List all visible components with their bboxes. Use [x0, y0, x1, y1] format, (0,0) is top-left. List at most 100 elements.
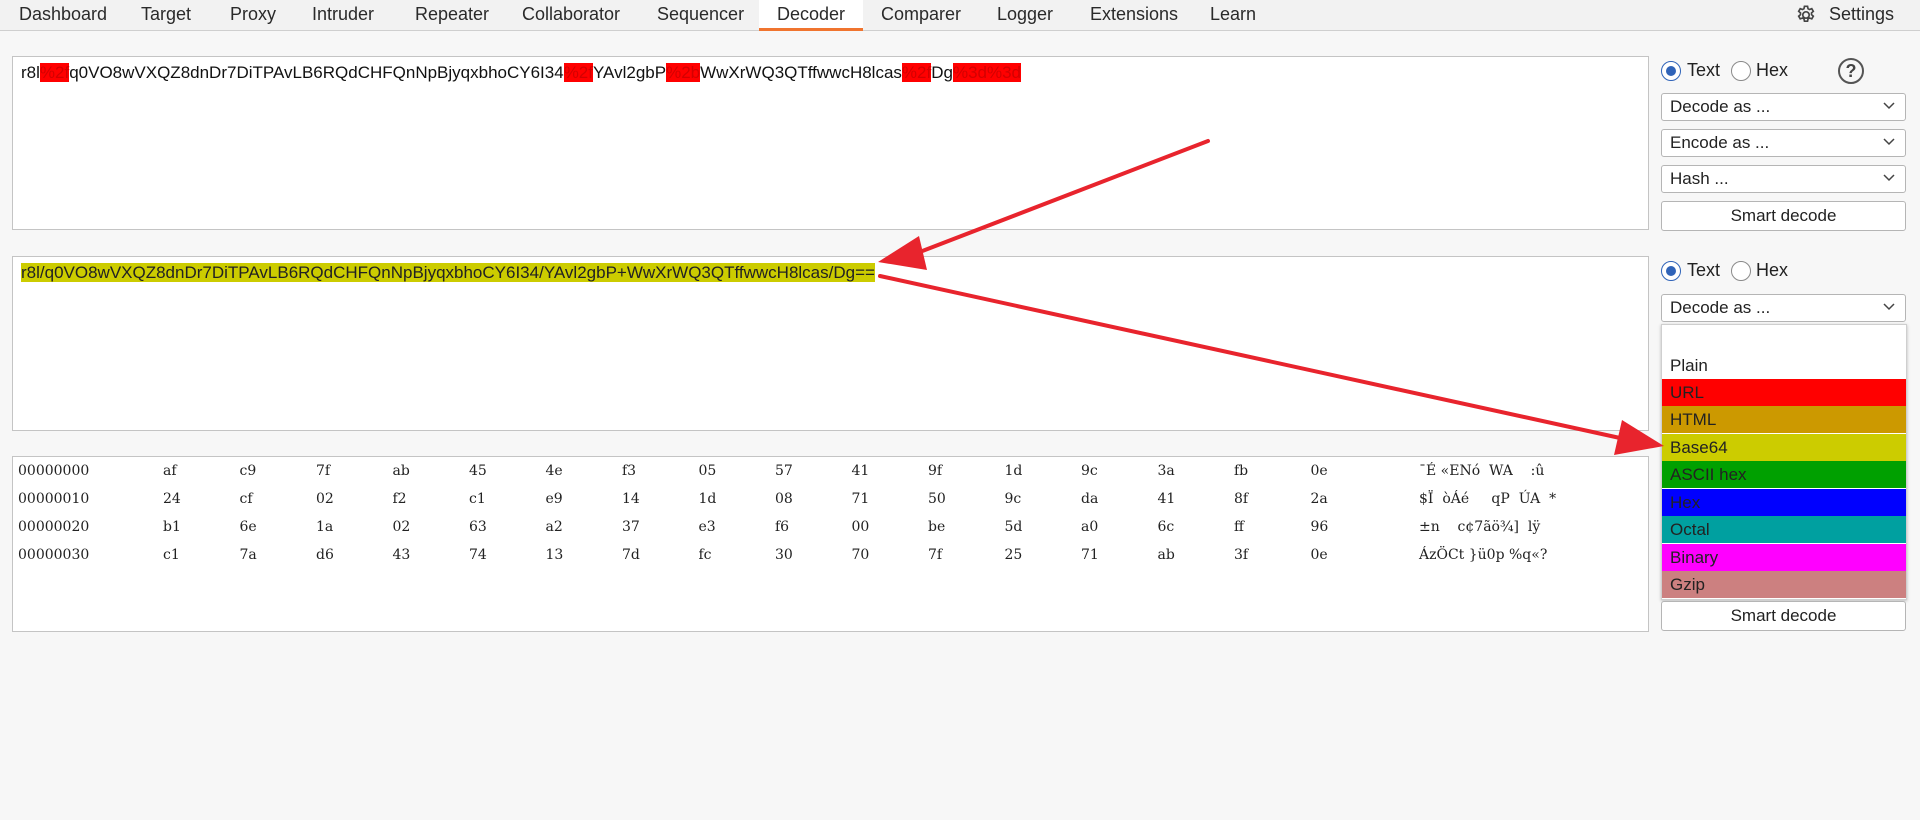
help-icon[interactable]: ?	[1838, 58, 1864, 84]
hex-byte[interactable]: 1a	[316, 519, 333, 535]
hex-editor[interactable]: 00000000 af c9 7f ab 45 4e f3 05 57 41 9f 1d 9c 3a fb 0e…	[12, 456, 1649, 632]
hex-byte[interactable]: 1d	[1005, 463, 1023, 479]
panel1-text-radio[interactable]	[1661, 61, 1681, 81]
hex-byte[interactable]: 24	[163, 491, 181, 507]
decoded-editor[interactable]: r8l/q0VO8wVXQZ8dnDr7DiTPAvLB6RQdCHFQnNpB…	[12, 256, 1649, 431]
tab-intruder[interactable]: Intruder	[312, 0, 374, 31]
hex-byte[interactable]: cf	[240, 491, 253, 507]
hex-byte[interactable]: f6	[775, 519, 789, 535]
settings-button[interactable]: Settings	[1797, 0, 1894, 31]
hex-byte[interactable]: a0	[1081, 519, 1098, 535]
hex-byte[interactable]: 1d	[699, 491, 717, 507]
hex-byte[interactable]: ab	[1158, 547, 1175, 563]
hex-byte[interactable]: be	[928, 519, 945, 535]
hex-byte[interactable]: 02	[393, 519, 411, 535]
hex-byte[interactable]: 71	[1081, 547, 1099, 563]
hex-byte[interactable]: fc	[699, 547, 712, 563]
panel2-hex-radio[interactable]	[1731, 261, 1751, 281]
hex-byte[interactable]: 05	[699, 463, 717, 479]
hex-byte[interactable]: ab	[393, 463, 410, 479]
panel1-decode-as-select[interactable]: Decode as ...	[1661, 93, 1906, 121]
hex-byte[interactable]: 13	[546, 547, 564, 563]
hex-byte[interactable]: 3a	[1158, 463, 1175, 479]
hex-byte[interactable]: e3	[699, 519, 716, 535]
hex-byte[interactable]: 70	[852, 547, 870, 563]
panel1-hash-select[interactable]: Hash ...	[1661, 165, 1906, 193]
hex-byte[interactable]: 7a	[240, 547, 257, 563]
hex-byte[interactable]: 08	[775, 491, 793, 507]
hex-byte[interactable]: 02	[316, 491, 334, 507]
hex-byte[interactable]: 96	[1311, 519, 1329, 535]
hex-byte[interactable]: e9	[546, 491, 563, 507]
panel2-text-radio[interactable]	[1661, 261, 1681, 281]
hex-byte[interactable]: 5d	[1005, 519, 1023, 535]
hex-byte[interactable]: 0e	[1311, 547, 1328, 563]
panel1-smart-decode-button[interactable]: Smart decode	[1661, 201, 1906, 231]
hex-byte[interactable]: a2	[546, 519, 563, 535]
tab-logger[interactable]: Logger	[997, 0, 1053, 31]
hex-byte[interactable]: 43	[393, 547, 411, 563]
hex-byte[interactable]: 41	[1158, 491, 1176, 507]
hex-byte[interactable]: 71	[852, 491, 870, 507]
hex-byte[interactable]: 25	[1005, 547, 1023, 563]
hex-byte[interactable]: 0e	[1311, 463, 1328, 479]
panel1-hex-radio[interactable]	[1731, 61, 1751, 81]
decoded-text[interactable]: r8l/q0VO8wVXQZ8dnDr7DiTPAvLB6RQdCHFQnNpB…	[21, 263, 875, 283]
tab-sequencer[interactable]: Sequencer	[657, 0, 744, 31]
input-text[interactable]: r8l%2fq0VO8wVXQZ8dnDr7DiTPAvLB6RQdCHFQnN…	[21, 63, 1022, 83]
hex-byte[interactable]: 50	[928, 491, 946, 507]
dropdown-option-url[interactable]: URL	[1662, 379, 1906, 406]
hex-byte[interactable]: 7f	[928, 547, 942, 563]
dropdown-option-binary[interactable]: Binary	[1662, 544, 1906, 571]
tab-comparer[interactable]: Comparer	[881, 0, 961, 31]
hex-byte[interactable]: 14	[622, 491, 640, 507]
hex-byte[interactable]: 3f	[1234, 547, 1248, 563]
hex-byte[interactable]: f2	[393, 491, 407, 507]
hex-byte[interactable]: 57	[775, 463, 793, 479]
hex-byte[interactable]: 41	[852, 463, 870, 479]
hex-byte[interactable]: c1	[469, 491, 486, 507]
hex-byte[interactable]: da	[1081, 491, 1098, 507]
hex-byte[interactable]: 7f	[316, 463, 330, 479]
hex-byte[interactable]: 00	[852, 519, 870, 535]
hex-byte[interactable]: 30	[775, 547, 793, 563]
tab-proxy[interactable]: Proxy	[230, 0, 276, 31]
tab-target[interactable]: Target	[141, 0, 191, 31]
dropdown-option-html[interactable]: HTML	[1662, 406, 1906, 433]
dropdown-option-octal[interactable]: Octal	[1662, 516, 1906, 543]
dropdown-option-base64[interactable]: Base64	[1662, 434, 1906, 461]
dropdown-option-gzip[interactable]: Gzip	[1662, 571, 1906, 598]
tab-repeater[interactable]: Repeater	[415, 0, 489, 31]
hex-byte[interactable]: b1	[163, 519, 181, 535]
tab-extensions[interactable]: Extensions	[1090, 0, 1178, 31]
hex-byte[interactable]: c9	[240, 463, 257, 479]
hex-byte[interactable]: af	[163, 463, 177, 479]
hex-byte[interactable]: 7d	[622, 547, 640, 563]
panel1-encode-as-select[interactable]: Encode as ...	[1661, 129, 1906, 157]
tab-dashboard[interactable]: Dashboard	[19, 0, 107, 31]
hex-byte[interactable]: 9f	[928, 463, 942, 479]
hex-byte[interactable]: 45	[469, 463, 487, 479]
tab-learn[interactable]: Learn	[1210, 0, 1256, 31]
dropdown-option-plain[interactable]: Plain	[1662, 352, 1906, 379]
hex-byte[interactable]: 6e	[240, 519, 257, 535]
hex-byte[interactable]: 8f	[1234, 491, 1248, 507]
hex-byte[interactable]: 9c	[1081, 463, 1098, 479]
tab-collaborator[interactable]: Collaborator	[522, 0, 620, 31]
hex-byte[interactable]: fb	[1234, 463, 1248, 479]
hex-byte[interactable]: 63	[469, 519, 487, 535]
hex-byte[interactable]: 37	[622, 519, 640, 535]
hex-byte[interactable]: d6	[316, 547, 334, 563]
dropdown-option-hex[interactable]: Hex	[1662, 489, 1906, 516]
dropdown-option-ascii-hex[interactable]: ASCII hex	[1662, 461, 1906, 488]
hex-byte[interactable]: c1	[163, 547, 180, 563]
hex-byte[interactable]: ff	[1234, 519, 1244, 535]
hex-byte[interactable]: 4e	[546, 463, 563, 479]
panel2-decode-as-select[interactable]: Decode as ...	[1661, 294, 1906, 322]
input-editor[interactable]: r8l%2fq0VO8wVXQZ8dnDr7DiTPAvLB6RQdCHFQnN…	[12, 56, 1649, 230]
tab-decoder[interactable]: Decoder	[759, 0, 864, 31]
hex-byte[interactable]: 2a	[1311, 491, 1328, 507]
hex-byte[interactable]: 6c	[1158, 519, 1175, 535]
hex-byte[interactable]: 74	[469, 547, 487, 563]
hex-byte[interactable]: 9c	[1005, 491, 1022, 507]
